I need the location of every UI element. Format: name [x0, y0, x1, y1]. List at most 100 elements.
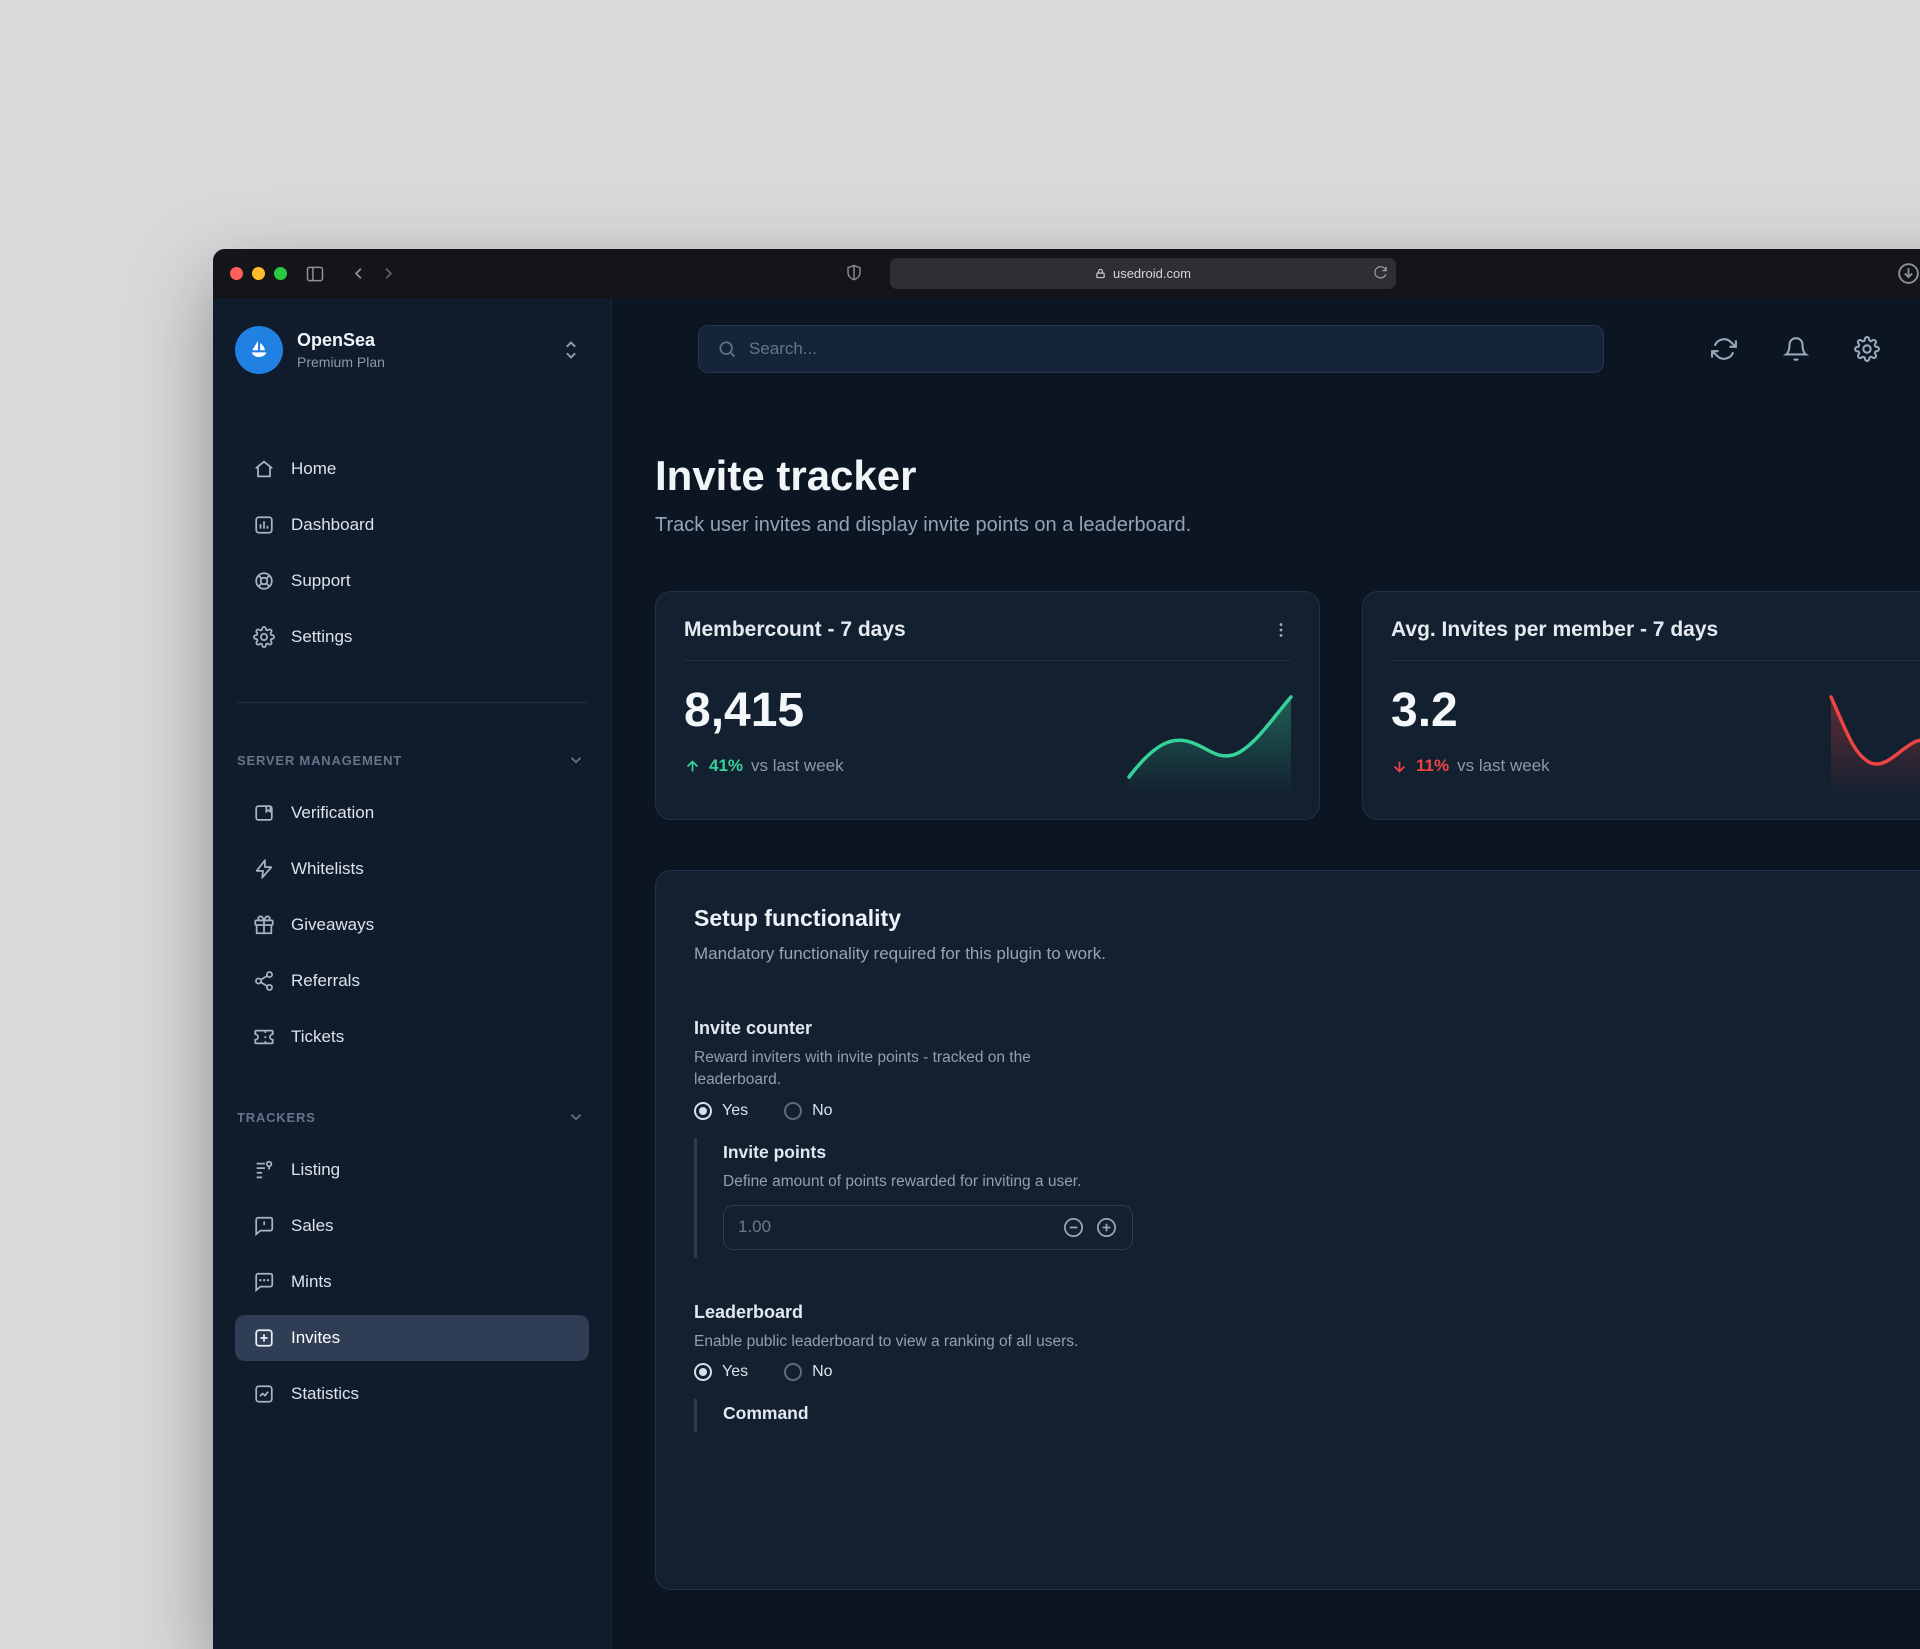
stat-card-membercount: Membercount - 7 days 8,415 41% vs last w — [655, 591, 1320, 820]
search-input[interactable] — [749, 339, 1585, 359]
leaderboard-radio-yes[interactable]: Yes — [694, 1363, 749, 1382]
minus-circle-icon[interactable] — [1062, 1216, 1085, 1239]
stat-delta: 41% — [709, 756, 744, 775]
plus-circle-icon[interactable] — [1095, 1216, 1118, 1239]
setup-functionality-card: Setup functionality Mandatory functional… — [655, 870, 1920, 1590]
radio-label: Yes — [722, 1101, 749, 1119]
workspace-name: OpenSea — [297, 330, 376, 350]
sidebar-item-label: Sales — [291, 1216, 334, 1235]
invite-points-description: Define amount of points rewarded for inv… — [723, 1172, 1082, 1190]
sidebar-item-whitelists[interactable]: Whitelists — [235, 846, 589, 892]
alert-bubble-icon — [253, 1215, 275, 1237]
stat-delta: 11% — [1416, 756, 1450, 775]
sidebar-item-support[interactable]: Support — [235, 558, 589, 604]
sidebar-item-label: Mints — [291, 1272, 332, 1291]
sidebar-item-label: Statistics — [291, 1384, 360, 1403]
sidebar-item-statistics[interactable]: Statistics — [235, 1371, 589, 1417]
sparkline-green — [1125, 685, 1295, 795]
reload-icon[interactable] — [1373, 265, 1388, 280]
sidebar-divider — [237, 702, 587, 703]
section-title: SERVER MANAGEMENT — [237, 752, 403, 768]
statistics-icon — [253, 1383, 275, 1405]
invite-points-label: Invite points — [723, 1141, 827, 1162]
main-nav: Home Dashboard Support Settings — [235, 446, 589, 660]
sidebar-item-invites[interactable]: Invites — [235, 1315, 589, 1361]
sidebar-item-dashboard[interactable]: Dashboard — [235, 502, 589, 548]
sidebar: OpenSea Premium Plan Home Dashboard Supp… — [213, 298, 612, 1649]
invite-counter-radio-yes[interactable]: Yes — [694, 1101, 749, 1120]
sidebar-item-settings[interactable]: Settings — [235, 614, 589, 660]
browser-chrome: usedroid.com — [213, 249, 1920, 298]
stat-card-title: Membercount - 7 days — [684, 618, 906, 641]
gear-icon[interactable] — [1854, 336, 1880, 362]
gift-icon — [253, 914, 275, 936]
traffic-lights — [230, 267, 287, 280]
search-bar[interactable] — [698, 325, 1604, 373]
life-ring-icon — [253, 570, 275, 592]
url-text: usedroid.com — [1112, 266, 1192, 281]
section-header-trackers[interactable]: TRACKERS — [235, 1108, 589, 1126]
leaderboard-description: Enable public leaderboard to view a rank… — [694, 1332, 1079, 1350]
invite-points-input[interactable] — [738, 1217, 1052, 1238]
main-area: Invite tracker Track user invites and di… — [612, 298, 1920, 1649]
invite-points-block: Invite points Define amount of points re… — [694, 1137, 1920, 1258]
close-window-button[interactable] — [230, 267, 243, 280]
chevron-down-icon — [567, 751, 585, 769]
listing-icon — [253, 1159, 275, 1181]
sidebar-item-label: Whitelists — [291, 859, 364, 878]
stat-card-title: Avg. Invites per member - 7 days — [1391, 618, 1719, 641]
stat-cards-row: Membercount - 7 days 8,415 41% vs last w — [655, 591, 1920, 820]
search-icon — [717, 339, 737, 359]
radio-label: No — [812, 1101, 833, 1119]
forward-icon[interactable] — [379, 264, 398, 283]
sidebar-item-label: Referrals — [291, 971, 360, 990]
page-subtitle: Track user invites and display invite po… — [655, 514, 1192, 536]
sidebar-item-giveaways[interactable]: Giveaways — [235, 902, 589, 948]
sidebar-item-mints[interactable]: Mints — [235, 1259, 589, 1305]
address-bar[interactable]: usedroid.com — [890, 258, 1396, 289]
invite-counter-label: Invite counter — [694, 1018, 813, 1038]
gear-icon — [253, 626, 275, 648]
back-icon[interactable] — [349, 264, 368, 283]
lock-icon — [1095, 268, 1106, 279]
verification-icon — [253, 802, 275, 824]
radio-unselected-icon — [784, 1363, 803, 1382]
leaderboard-radio-group: Yes No — [694, 1363, 1920, 1382]
workspace-switcher[interactable]: OpenSea Premium Plan — [235, 326, 589, 374]
chevrons-up-down-icon[interactable] — [561, 338, 581, 362]
downloads-icon[interactable] — [1896, 261, 1920, 286]
radio-selected-icon — [694, 1101, 712, 1120]
stat-card-avg-invites: Avg. Invites per member - 7 days 3.2 11%… — [1362, 591, 1920, 820]
sidebar-item-verification[interactable]: Verification — [235, 790, 589, 836]
section-header-server-management[interactable]: SERVER MANAGEMENT — [235, 751, 589, 769]
privacy-shield-icon[interactable] — [845, 264, 863, 282]
minimize-window-button[interactable] — [252, 267, 265, 280]
zoom-window-button[interactable] — [274, 267, 287, 280]
sidebar-toggle-icon[interactable] — [305, 264, 325, 284]
sync-icon[interactable] — [1711, 336, 1737, 362]
sidebar-item-label: Verification — [291, 803, 375, 822]
leaderboard-radio-no[interactable]: No — [784, 1363, 833, 1382]
card-menu-icon[interactable] — [1271, 620, 1291, 640]
server-management-list: Verification Whitelists Giveaways Referr… — [235, 790, 589, 1060]
invite-counter-radio-no[interactable]: No — [784, 1101, 833, 1120]
sidebar-item-sales[interactable]: Sales — [235, 1203, 589, 1249]
bell-icon[interactable] — [1783, 336, 1809, 362]
invite-counter-radio-group: Yes No — [694, 1101, 1920, 1120]
opensea-logo — [235, 326, 283, 374]
section-title: TRACKERS — [237, 1109, 316, 1125]
sidebar-item-label: Home — [291, 459, 337, 478]
command-label: Command — [723, 1403, 809, 1424]
setup-subtitle: Mandatory functionality required for thi… — [694, 944, 1106, 963]
sidebar-item-label: Support — [291, 571, 351, 590]
sidebar-item-referrals[interactable]: Referrals — [235, 958, 589, 1004]
arrow-up-icon — [684, 758, 701, 775]
browser-window: usedroid.com OpenSea Premium Plan Home D… — [213, 249, 1920, 1649]
sidebar-item-tickets[interactable]: Tickets — [235, 1014, 589, 1060]
ticket-icon — [253, 1026, 275, 1048]
sidebar-item-home[interactable]: Home — [235, 446, 589, 492]
sidebar-item-listing[interactable]: Listing — [235, 1147, 589, 1193]
radio-label: Yes — [722, 1363, 749, 1381]
page-content: Invite tracker Track user invites and di… — [612, 452, 1920, 1590]
radio-unselected-icon — [784, 1101, 803, 1120]
